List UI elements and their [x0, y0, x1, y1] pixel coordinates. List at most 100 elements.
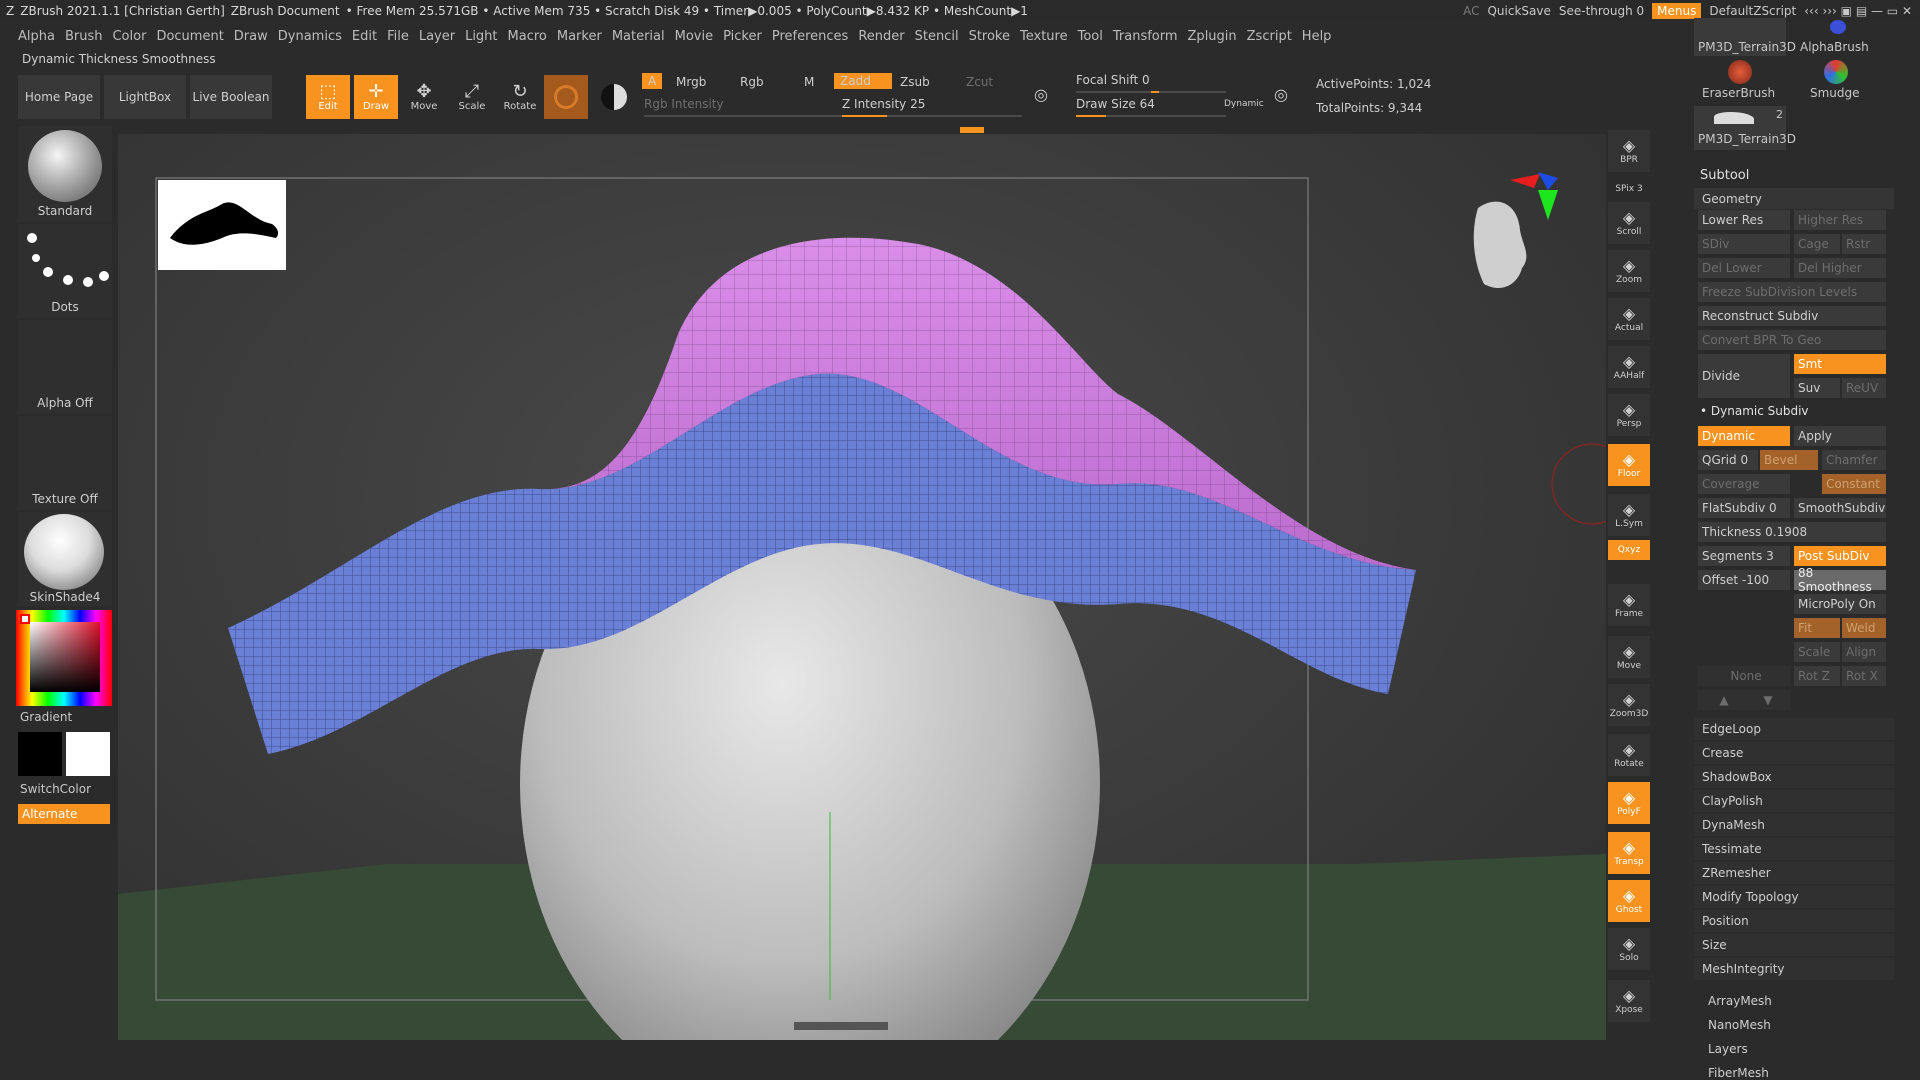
- zoom3d-button[interactable]: ◈ Zoom3D: [1608, 684, 1650, 726]
- ghost-button[interactable]: ◈ Ghost: [1608, 880, 1650, 922]
- edit-mode-button[interactable]: ⬚ Edit: [306, 75, 350, 119]
- switchcolor-button[interactable]: SwitchColor: [20, 782, 91, 796]
- post-subdiv-toggle[interactable]: Post SubDiv: [1794, 546, 1886, 566]
- menu-zplugin[interactable]: Zplugin: [1188, 29, 1247, 44]
- transp-button[interactable]: ◈ Transp: [1608, 832, 1650, 874]
- rgb-sphere-button[interactable]: [592, 75, 636, 119]
- section-position[interactable]: Position: [1694, 910, 1894, 932]
- rotx-toggle[interactable]: Rot X: [1842, 666, 1886, 686]
- weld-toggle[interactable]: Weld: [1842, 618, 1886, 638]
- focal-target-s-icon[interactable]: ◎: [1034, 85, 1048, 104]
- scroll-button[interactable]: ◈ Scroll: [1608, 202, 1650, 244]
- xyz-button[interactable]: Qxyz: [1608, 540, 1650, 560]
- stroke-slot[interactable]: Dots: [18, 224, 112, 318]
- rotate-button[interactable]: ◈ Rotate: [1608, 734, 1650, 776]
- smoothsubdiv-slider[interactable]: SmoothSubdiv: [1794, 498, 1886, 518]
- lower-res-button[interactable]: Lower Res: [1698, 210, 1790, 230]
- z-intensity-slider[interactable]: Z Intensity 25: [842, 97, 925, 111]
- menu-brush[interactable]: Brush: [65, 29, 113, 44]
- divide-button[interactable]: Divide: [1698, 354, 1790, 398]
- menu-zscript[interactable]: Zscript: [1247, 29, 1302, 44]
- section-claypolish[interactable]: ClayPolish: [1694, 790, 1894, 812]
- mrgb-button[interactable]: Mrgb: [676, 75, 706, 89]
- section-shadowbox[interactable]: ShadowBox: [1694, 766, 1894, 788]
- menu-texture[interactable]: Texture: [1020, 29, 1078, 44]
- micropoly-toggle[interactable]: MicroPoly On: [1794, 594, 1886, 614]
- viewport-scroll-handle[interactable]: [794, 1022, 888, 1030]
- segments-slider[interactable]: Segments 3: [1698, 546, 1790, 566]
- alpha-toggle-button[interactable]: A: [642, 73, 663, 89]
- apply-button[interactable]: Apply: [1794, 426, 1886, 446]
- bevel-toggle[interactable]: Bevel: [1760, 450, 1818, 470]
- menu-transform[interactable]: Transform: [1113, 29, 1188, 44]
- suv-toggle[interactable]: Suv: [1794, 378, 1840, 398]
- spix-button[interactable]: SPix 3: [1608, 180, 1650, 198]
- menu-render[interactable]: Render: [858, 29, 914, 44]
- offset-slider[interactable]: Offset -100: [1698, 570, 1790, 590]
- gradient-label[interactable]: Gradient: [20, 710, 72, 724]
- del-higher-button[interactable]: Del Higher: [1794, 258, 1886, 278]
- section-zremesher[interactable]: ZRemesher: [1694, 862, 1894, 884]
- section-dynamesh[interactable]: DynaMesh: [1694, 814, 1894, 836]
- fit-toggle[interactable]: Fit: [1794, 618, 1840, 638]
- arrow-up-icon[interactable]: ▲: [1719, 693, 1728, 707]
- navigation-head-icon[interactable]: [1473, 172, 1558, 289]
- arrow-down-icon[interactable]: ▼: [1763, 693, 1772, 707]
- frame-button[interactable]: ◈ Frame: [1608, 584, 1650, 626]
- subtool-thumb-1[interactable]: PM3D_Terrain3D: [1694, 18, 1796, 56]
- reuv-button[interactable]: ReUV: [1842, 378, 1886, 398]
- scale-mode-button[interactable]: ⤢ Scale: [450, 75, 494, 119]
- seethrough-slider[interactable]: See-through 0: [1559, 4, 1644, 18]
- persp-button[interactable]: ◈ Persp: [1608, 394, 1650, 436]
- section-meshintegrity[interactable]: MeshIntegrity: [1694, 958, 1894, 980]
- lightbox-button[interactable]: LightBox: [104, 75, 186, 119]
- section-size[interactable]: Size: [1694, 934, 1894, 956]
- dynamic-toggle[interactable]: Dynamic: [1698, 426, 1790, 446]
- menu-file[interactable]: File: [387, 29, 419, 44]
- actual-button[interactable]: ◈ Actual: [1608, 298, 1650, 340]
- rgb-intensity-slider[interactable]: Rgb Intensity: [644, 97, 724, 111]
- align-toggle[interactable]: Align: [1842, 642, 1886, 662]
- thickness-slider[interactable]: Thickness 0.1908: [1698, 522, 1886, 542]
- menu-document[interactable]: Document: [156, 29, 233, 44]
- menu-help[interactable]: Help: [1302, 29, 1342, 44]
- solo-button[interactable]: ◈ Solo: [1608, 928, 1650, 970]
- menu-material[interactable]: Material: [612, 29, 675, 44]
- freeze-subdiv-button[interactable]: Freeze SubDivision Levels: [1698, 282, 1886, 302]
- material-slot[interactable]: SkinShade4: [18, 512, 112, 606]
- zsub-button[interactable]: Zsub: [900, 75, 930, 89]
- bpr-button[interactable]: ◈ BPR: [1608, 130, 1650, 172]
- chamfer-toggle[interactable]: Chamfer: [1822, 450, 1886, 470]
- move-button[interactable]: ◈ Move: [1608, 636, 1650, 678]
- secondary-color-swatch[interactable]: [66, 732, 110, 776]
- geometry-section-header[interactable]: Geometry: [1694, 188, 1894, 209]
- subtool-thumb-2[interactable]: 2 PM3D_Terrain3D: [1694, 106, 1796, 150]
- rgb-button[interactable]: Rgb: [740, 75, 764, 89]
- menu-dynamics[interactable]: Dynamics: [278, 29, 352, 44]
- lsym-button[interactable]: ◈ L.Sym: [1608, 494, 1650, 536]
- focal-shift-slider[interactable]: Focal Shift 0: [1076, 73, 1150, 87]
- color-picker-square[interactable]: [30, 622, 100, 692]
- texture-slot[interactable]: Texture Off: [18, 416, 112, 510]
- aahalf-button[interactable]: ◈ AAHalf: [1608, 346, 1650, 388]
- cage-button[interactable]: Cage: [1794, 234, 1840, 254]
- menu-movie[interactable]: Movie: [675, 29, 723, 44]
- primary-color-swatch[interactable]: [18, 732, 62, 776]
- quicksave-button[interactable]: QuickSave: [1487, 4, 1550, 18]
- zcut-button[interactable]: Zcut: [966, 75, 993, 89]
- del-lower-button[interactable]: Del Lower: [1698, 258, 1790, 278]
- home-page-button[interactable]: Home Page: [18, 75, 100, 119]
- reconstruct-subdiv-button[interactable]: Reconstruct Subdiv: [1698, 306, 1886, 326]
- subsection-layers[interactable]: Layers: [1694, 1038, 1894, 1059]
- zadd-button[interactable]: Zadd: [834, 73, 892, 89]
- draw-mode-button[interactable]: ✛ Draw: [354, 75, 398, 119]
- smt-toggle[interactable]: Smt: [1794, 354, 1886, 374]
- eraserbrush-thumb[interactable]: EraserBrush: [1694, 58, 1786, 104]
- m-button[interactable]: M: [804, 75, 814, 89]
- section-crease[interactable]: Crease: [1694, 742, 1894, 764]
- rotz-toggle[interactable]: Rot Z: [1794, 666, 1840, 686]
- polyf-button[interactable]: ◈ PolyF: [1608, 782, 1650, 824]
- focal-shift-track[interactable]: [1076, 91, 1226, 93]
- section-modify-topology[interactable]: Modify Topology: [1694, 886, 1894, 908]
- material-swatch-button[interactable]: [544, 75, 588, 119]
